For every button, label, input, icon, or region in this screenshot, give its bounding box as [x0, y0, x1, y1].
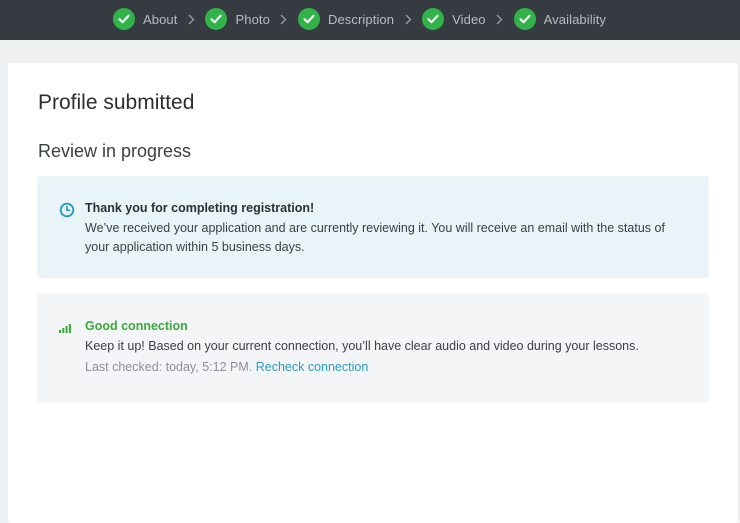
- step-about[interactable]: About: [113, 8, 177, 30]
- connection-heading: Good connection: [85, 319, 188, 333]
- page-title: Profile submitted: [38, 91, 195, 114]
- step-video[interactable]: Video: [422, 8, 486, 30]
- last-checked-row: Last checked: today, 5:12 PM. Recheck co…: [85, 358, 685, 377]
- check-circle-icon: [205, 8, 228, 30]
- content-card: Profile submitted Review in progress Tha…: [8, 63, 738, 523]
- step-photo[interactable]: Photo: [205, 8, 270, 30]
- chevron-right-icon: [180, 13, 202, 25]
- check-circle-icon: [113, 8, 135, 30]
- check-circle-icon: [297, 8, 320, 30]
- check-circle-icon: [422, 8, 445, 30]
- step-label: Description: [327, 11, 395, 27]
- recheck-connection-link[interactable]: Recheck connection: [256, 360, 369, 374]
- step-availability[interactable]: Availability: [513, 8, 607, 30]
- review-notice-heading: Thank you for completing registration!: [85, 201, 315, 215]
- step-progress: About Photo Description Video Availabili…: [113, 8, 606, 30]
- review-notice-text: We’ve received your application and are …: [85, 221, 665, 254]
- signal-bars-icon: [59, 320, 72, 338]
- progress-header: About Photo Description Video Availabili…: [0, 0, 740, 40]
- page-subtitle: Review in progress: [38, 141, 192, 161]
- chevron-right-icon: [489, 13, 511, 25]
- clock-icon: [59, 202, 75, 223]
- last-checked-text: Last checked: today, 5:12 PM.: [85, 360, 253, 374]
- review-notice: Thank you for completing registration! W…: [37, 176, 709, 278]
- step-label: Photo: [235, 11, 270, 27]
- chevron-right-icon: [397, 13, 419, 25]
- chevron-right-icon: [273, 13, 295, 25]
- step-label: Video: [452, 11, 486, 27]
- step-label: About: [143, 11, 178, 27]
- step-description[interactable]: Description: [297, 8, 395, 30]
- step-label: Availability: [543, 11, 607, 27]
- check-circle-icon: [513, 8, 536, 30]
- connection-text: Keep it up! Based on your current connec…: [85, 339, 639, 353]
- connection-status: Good connection Keep it up! Based on you…: [37, 293, 709, 403]
